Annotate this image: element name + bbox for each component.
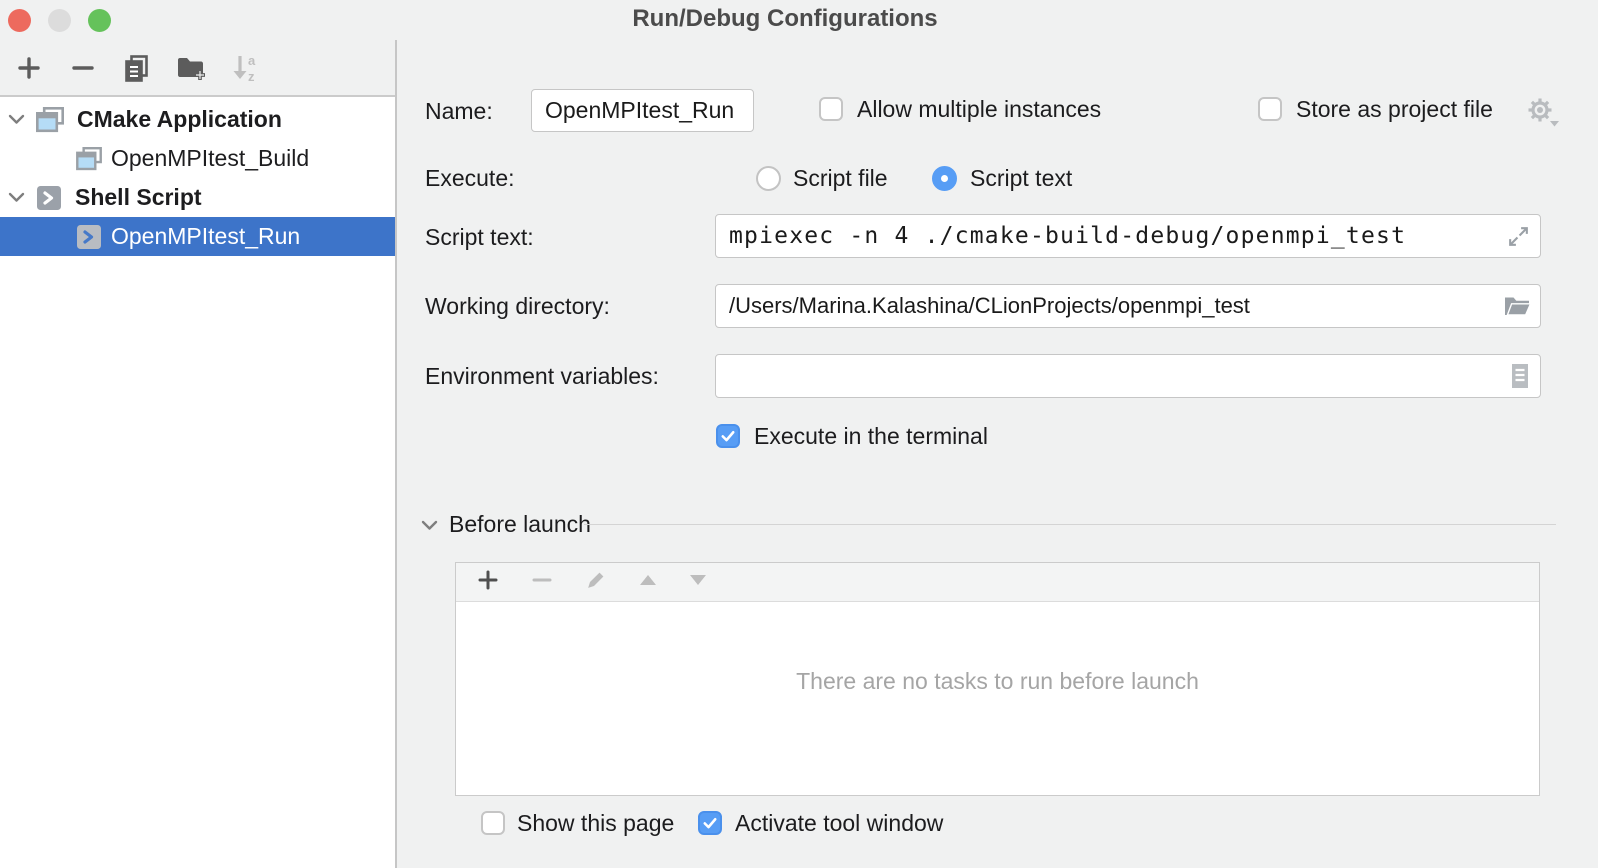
svg-text:z: z xyxy=(248,69,255,84)
tree-item-shell-script[interactable]: Shell Script xyxy=(0,178,395,217)
configurations-tree: CMake Application OpenMPItest_Build xyxy=(0,97,395,256)
run-debug-configurations-dialog: Run/Debug Configurations xyxy=(0,0,1598,868)
before-launch-title[interactable]: Before launch xyxy=(449,511,591,538)
execute-in-terminal-checkbox[interactable] xyxy=(716,424,740,448)
store-as-project-file-label: Store as project file xyxy=(1296,96,1493,123)
titlebar: Run/Debug Configurations xyxy=(0,0,1598,40)
script-text-radio[interactable] xyxy=(932,166,957,191)
show-this-page-label[interactable]: Show this page xyxy=(517,810,674,837)
cmake-application-icon xyxy=(76,147,102,171)
before-launch-tasks-panel: There are no tasks to run before launch xyxy=(455,562,1540,796)
window-title: Run/Debug Configurations xyxy=(0,5,1570,33)
list-paste-icon[interactable] xyxy=(1509,362,1531,390)
shell-script-icon xyxy=(36,185,62,211)
working-directory-label: Working directory: xyxy=(425,293,610,320)
tree-item-cmake-application[interactable]: CMake Application xyxy=(0,100,395,139)
configurations-sidebar: a z CMake Application xyxy=(0,40,397,868)
script-file-radio[interactable] xyxy=(756,166,781,191)
allow-multiple-instances-checkbox[interactable] xyxy=(819,97,843,121)
before-launch-collapse-icon[interactable] xyxy=(421,518,438,536)
tree-item-label: OpenMPItest_Build xyxy=(111,145,309,172)
script-text-radio-label[interactable]: Script text xyxy=(970,165,1072,192)
before-launch-toolbar xyxy=(456,563,1539,602)
tree-item-openmpitest-run[interactable]: OpenMPItest_Run xyxy=(0,217,395,256)
name-input[interactable] xyxy=(531,89,754,132)
execute-label: Execute: xyxy=(425,165,515,192)
copy-icon[interactable] xyxy=(121,52,153,84)
tree-item-label: Shell Script xyxy=(75,184,202,211)
activate-tool-window-checkbox[interactable] xyxy=(698,811,722,835)
tree-item-label: OpenMPItest_Run xyxy=(111,223,300,250)
move-down-icon[interactable] xyxy=(688,573,708,592)
show-this-page-checkbox[interactable] xyxy=(481,811,505,835)
svg-text:a: a xyxy=(248,53,256,68)
script-text-input[interactable]: mpiexec -n 4 ./cmake-build-debug/openmpi… xyxy=(715,214,1541,258)
tree-item-openmpitest-build[interactable]: OpenMPItest_Build xyxy=(0,139,395,178)
working-directory-input[interactable]: /Users/Marina.Kalashina/CLionProjects/op… xyxy=(715,284,1541,328)
add-task-icon[interactable] xyxy=(476,568,500,597)
chevron-down-icon[interactable] xyxy=(8,192,27,203)
name-label: Name: xyxy=(425,98,493,125)
execute-in-terminal-label[interactable]: Execute in the terminal xyxy=(754,423,988,450)
open-folder-icon[interactable] xyxy=(1503,294,1531,318)
remove-icon[interactable] xyxy=(67,52,99,84)
environment-variables-input[interactable] xyxy=(715,354,1541,398)
script-file-radio-label[interactable]: Script file xyxy=(793,165,888,192)
tree-item-label: CMake Application xyxy=(77,106,282,133)
move-up-icon[interactable] xyxy=(638,573,658,592)
before-launch-divider xyxy=(584,524,1556,525)
sort-alpha-icon[interactable]: a z xyxy=(229,52,261,84)
script-text-label: Script text: xyxy=(425,224,534,251)
remove-task-icon[interactable] xyxy=(530,568,554,597)
allow-multiple-instances-label: Allow multiple instances xyxy=(857,96,1101,123)
activate-tool-window-label[interactable]: Activate tool window xyxy=(735,810,943,837)
edit-task-icon[interactable] xyxy=(584,568,608,597)
cmake-application-icon xyxy=(36,107,64,133)
gear-icon[interactable] xyxy=(1526,96,1560,133)
sidebar-toolbar: a z xyxy=(0,40,395,97)
add-icon[interactable] xyxy=(13,52,45,84)
shell-script-icon xyxy=(76,224,102,250)
expand-icon[interactable] xyxy=(1506,224,1531,249)
chevron-down-icon[interactable] xyxy=(8,114,27,125)
store-as-project-file-checkbox[interactable] xyxy=(1258,97,1282,121)
new-folder-icon[interactable] xyxy=(175,52,207,84)
before-launch-empty-text: There are no tasks to run before launch xyxy=(456,602,1539,795)
environment-variables-label: Environment variables: xyxy=(425,363,659,390)
